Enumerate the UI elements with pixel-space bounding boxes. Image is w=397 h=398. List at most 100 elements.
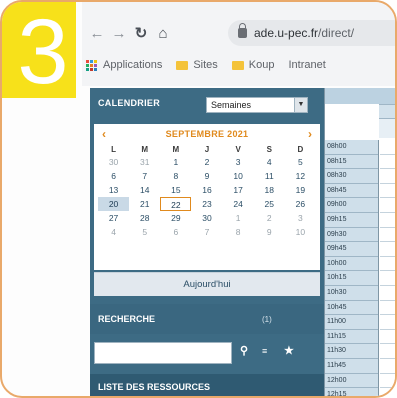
calendar-day[interactable]: 3 [285, 211, 316, 225]
planning-row[interactable] [380, 169, 395, 184]
calendar-day[interactable]: 3 [223, 155, 254, 169]
home-icon[interactable]: ⌂ [152, 25, 174, 42]
calendar-day[interactable]: 30 [98, 155, 129, 169]
calendar-day[interactable]: 2 [254, 211, 285, 225]
calendar-day[interactable]: 1 [160, 155, 191, 169]
time-slot-label: 09h45 [325, 242, 378, 257]
planning-row[interactable] [380, 155, 395, 170]
calendar-day[interactable]: 29 [160, 211, 191, 225]
url-path: /direct/ [318, 26, 355, 40]
calendar-day[interactable]: 27 [98, 211, 129, 225]
advanced-search-icon[interactable]: ≡ [262, 346, 267, 356]
weekday-label: L [111, 145, 117, 154]
calendar-day[interactable]: 23 [191, 197, 222, 211]
search-count: (1) [262, 314, 272, 324]
star-icon[interactable]: ★ [284, 344, 294, 357]
calendar-day[interactable]: 17 [223, 183, 254, 197]
calendar-day[interactable]: 5 [129, 225, 160, 239]
calendar-day[interactable]: 7 [191, 225, 222, 239]
view-select[interactable]: Semaines ▼ [206, 97, 308, 113]
next-month-icon[interactable]: › [308, 127, 312, 141]
time-slot-label: 12h15 [325, 388, 378, 396]
bookmarks-bar: Applications Sites Koup Intranet [82, 54, 395, 76]
time-slot-label: 10h45 [325, 301, 378, 316]
planning-row[interactable] [380, 184, 395, 199]
bookmark-koup[interactable]: Koup [231, 59, 275, 71]
planning-row[interactable] [380, 242, 395, 257]
bookmark-label: Koup [248, 59, 275, 71]
search-icon[interactable]: ⚲ [240, 344, 248, 357]
calendar-day[interactable]: 8 [223, 225, 254, 239]
weekday-label: V [235, 145, 241, 154]
calendar-day[interactable]: 25 [254, 197, 285, 211]
calendar-day[interactable]: 6 [98, 169, 129, 183]
calendar-day[interactable]: 6 [160, 225, 191, 239]
calendar-day[interactable]: 4 [254, 155, 285, 169]
calendar-day[interactable]: 16 [191, 183, 222, 197]
resources-title: LISTE DES RESSOURCES [98, 382, 211, 392]
search-input[interactable] [94, 342, 232, 364]
calendar-day[interactable]: 5 [285, 155, 316, 169]
time-slot-label: 11h45 [325, 359, 378, 374]
planning-rows[interactable] [380, 140, 395, 396]
calendar-day[interactable]: 19 [285, 183, 316, 197]
planning-row[interactable] [380, 286, 395, 301]
planning-day-header [379, 104, 395, 118]
arrow-left-icon[interactable]: ← [86, 25, 108, 42]
calendar-day[interactable]: 28 [129, 211, 160, 225]
calendar-day[interactable]: 15 [160, 183, 191, 197]
calendar-day[interactable]: 12 [285, 169, 316, 183]
calendar-day[interactable]: 21 [129, 197, 160, 211]
time-slot-label: 08h15 [325, 155, 378, 170]
calendar-day[interactable]: 9 [254, 225, 285, 239]
calendar-day[interactable]: 10 [285, 225, 316, 239]
calendar-day[interactable]: 2 [191, 155, 222, 169]
prev-month-icon[interactable]: ‹ [102, 127, 106, 141]
bookmark-applications[interactable]: Applications [82, 59, 162, 71]
chevron-down-icon[interactable]: ▼ [294, 98, 307, 112]
planning-grid: 08h00 08h15 08h30 08h45 09h00 09h15 09h30 09h45… [324, 88, 395, 396]
planning-row[interactable] [380, 374, 395, 389]
planning-row[interactable] [380, 257, 395, 272]
planning-row[interactable] [380, 359, 395, 374]
planning-row[interactable] [380, 140, 395, 155]
planning-row[interactable] [380, 344, 395, 359]
calendar-day[interactable]: 8 [160, 169, 191, 183]
calendar-day[interactable]: 13 [98, 183, 129, 197]
planning-row[interactable] [380, 388, 395, 396]
calendar-day[interactable]: 22 [160, 197, 192, 211]
planning-row[interactable] [380, 213, 395, 228]
calendar-day[interactable]: 24 [223, 197, 254, 211]
calendar-day[interactable]: 11 [254, 169, 285, 183]
calendar-day[interactable]: 20 [98, 197, 130, 211]
calendar-day[interactable]: 18 [254, 183, 285, 197]
month-navigation: ‹ SEPTEMBRE 2021 › [94, 124, 320, 144]
planning-header-bar [325, 88, 395, 104]
planning-row[interactable] [380, 315, 395, 330]
calendar-day[interactable]: 9 [191, 169, 222, 183]
today-button[interactable]: Aujourd'hui [94, 272, 320, 296]
reload-icon[interactable]: ↻ [130, 24, 152, 42]
bookmark-sites[interactable]: Sites [176, 59, 218, 71]
calendar-day[interactable]: 14 [129, 183, 160, 197]
calendar-day[interactable]: 4 [98, 225, 129, 239]
step-number-badge: 3 [2, 2, 76, 98]
folder-icon [176, 60, 189, 70]
calendar-day[interactable]: 10 [223, 169, 254, 183]
bookmark-intranet[interactable]: Intranet [289, 59, 326, 71]
mini-calendar: ‹ SEPTEMBRE 2021 › L M M J V S D 30 31 1 2 3 4 5 6 7 8 9 1… [94, 124, 320, 270]
planning-row[interactable] [380, 228, 395, 243]
planning-row[interactable] [380, 271, 395, 286]
time-column: 08h00 08h15 08h30 08h45 09h00 09h15 09h30 09h45… [325, 140, 379, 396]
calendar-day[interactable]: 1 [223, 211, 254, 225]
calendar-day[interactable]: 30 [191, 211, 222, 225]
view-select-value: Semaines [211, 100, 252, 110]
calendar-day[interactable]: 26 [285, 197, 316, 211]
planning-row[interactable] [380, 301, 395, 316]
arrow-right-icon[interactable]: → [108, 25, 130, 42]
calendar-day[interactable]: 31 [129, 155, 160, 169]
planning-row[interactable] [380, 330, 395, 345]
address-bar[interactable]: ade.u-pec.fr /direct/ [228, 20, 395, 46]
calendar-day[interactable]: 7 [129, 169, 160, 183]
planning-row[interactable] [380, 198, 395, 213]
